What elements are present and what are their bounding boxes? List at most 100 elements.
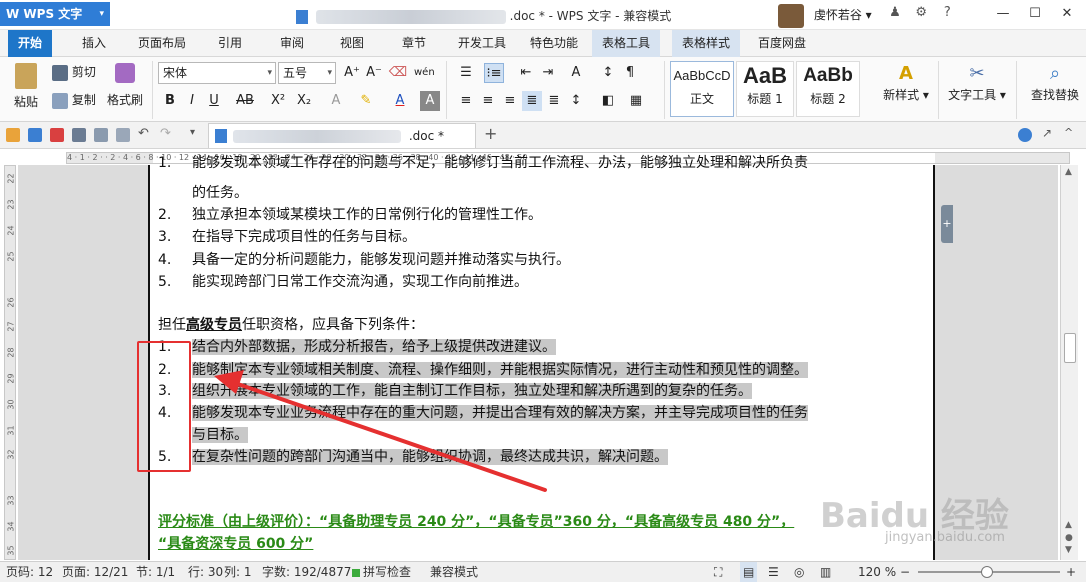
redo-icon[interactable]: ↷ <box>160 126 174 141</box>
minimize-button[interactable]: — <box>990 4 1016 24</box>
fullscreen-icon[interactable]: ⛶ <box>714 562 722 582</box>
text-effect-icon[interactable]: A <box>326 91 346 111</box>
italic-button[interactable]: I <box>182 91 202 111</box>
clear-format-icon[interactable]: ⌫ <box>388 63 408 83</box>
tab-table-tools[interactable]: 表格工具 <box>592 30 661 57</box>
close-button[interactable]: ✕ <box>1054 4 1080 24</box>
grow-font-button[interactable]: A⁺ <box>342 63 362 83</box>
font-name-select[interactable]: 宋体 ▾ <box>158 62 276 84</box>
vertical-scrollbar[interactable]: ▲ ▲ ● ▼ <box>1060 165 1078 560</box>
tab-insert[interactable]: 插入 <box>72 30 116 57</box>
sort-icon[interactable]: ↕ <box>598 63 618 83</box>
align-center-icon[interactable]: ≡ <box>478 91 498 111</box>
distribute-icon[interactable]: ≣ <box>544 91 564 111</box>
scroll-up-icon[interactable]: ▲ <box>1065 167 1072 177</box>
underline-button[interactable]: U <box>204 91 224 111</box>
tab-developer[interactable]: 开发工具 <box>448 30 516 57</box>
show-marks-icon[interactable]: ¶ <box>620 63 640 83</box>
tab-baidu-netdisk[interactable]: 百度网盘 <box>748 30 816 57</box>
align-left-icon[interactable]: ≡ <box>456 91 476 111</box>
font-size-select[interactable]: 五号 ▾ <box>278 62 336 84</box>
find-replace-button[interactable]: ⌕ 查找替换 <box>1024 63 1086 103</box>
increase-indent-icon[interactable]: ⇥ <box>538 63 558 83</box>
collapse-ribbon-icon[interactable]: ^ <box>1064 126 1078 140</box>
customize-icon[interactable]: ▾ <box>190 127 204 141</box>
select-browse-icon[interactable]: ● <box>1065 533 1073 543</box>
document-tab[interactable]: .doc * <box>208 123 476 148</box>
zoom-thumb[interactable] <box>981 566 993 578</box>
spellcheck-icon[interactable] <box>116 128 130 142</box>
column-indicator[interactable]: 列: 1 <box>224 562 252 582</box>
page-number[interactable]: 页码: 12 <box>6 562 53 582</box>
save-icon[interactable] <box>28 128 42 142</box>
app-menu-button[interactable]: W WPS 文字 ▾ <box>0 2 110 26</box>
vertical-ruler[interactable]: 22 23 24 25 26 27 28 29 30 31 32 33 34 3… <box>4 165 16 560</box>
style-heading-1[interactable]: AaB 标题 1 <box>736 61 794 117</box>
outline-view-icon[interactable]: ☰ <box>768 562 779 582</box>
highlight-icon[interactable]: ✎ <box>356 91 376 111</box>
font-color-icon[interactable]: A <box>390 91 410 111</box>
undo-icon[interactable]: ↶ <box>138 126 152 141</box>
tab-features[interactable]: 特色功能 <box>520 30 588 57</box>
document-page[interactable]: 1. 能够发现本领域工作存在的问题与不足，能够修订当前工作流程、办法，能够独立处理… <box>148 155 935 560</box>
pdf-icon[interactable] <box>50 128 64 142</box>
new-tab-button[interactable]: + <box>484 124 498 143</box>
next-page-icon[interactable]: ▼ <box>1065 545 1072 555</box>
tab-references[interactable]: 引用 <box>208 30 252 57</box>
char-shading-icon[interactable]: A <box>420 91 440 111</box>
skin-icon[interactable]: ♟ <box>884 5 906 20</box>
share-icon[interactable]: ↗ <box>1042 126 1056 140</box>
cut-button[interactable]: 剪切 <box>52 63 96 81</box>
print-icon[interactable] <box>72 128 86 142</box>
help-icon[interactable]: ? <box>936 5 958 20</box>
tab-view[interactable]: 视图 <box>330 30 374 57</box>
pinyin-icon[interactable]: wén <box>414 63 435 83</box>
align-right-icon[interactable]: ≡ <box>500 91 520 111</box>
user-account[interactable]: 虔怀若谷 ▾ <box>778 2 872 28</box>
cloud-icon[interactable] <box>1018 128 1032 142</box>
zoom-level[interactable]: 120 % <box>858 562 896 582</box>
superscript-button[interactable]: X² <box>268 91 288 111</box>
reading-view-icon[interactable]: ▥ <box>820 562 831 582</box>
spellcheck-status[interactable]: 拼写检查 <box>352 562 411 582</box>
tab-chapter[interactable]: 章节 <box>392 30 436 57</box>
subscript-button[interactable]: X₂ <box>294 91 314 111</box>
web-view-icon[interactable]: ◎ <box>794 562 804 582</box>
shading-icon[interactable]: ◧ <box>598 91 618 111</box>
bold-button[interactable]: B <box>160 91 180 111</box>
style-normal[interactable]: AaBbCcD 正文 <box>670 61 734 117</box>
copy-button[interactable]: 复制 <box>52 91 96 109</box>
page-view-icon[interactable]: ▤ <box>740 562 758 582</box>
page-count[interactable]: 页面: 12/21 <box>62 562 128 582</box>
shrink-font-button[interactable]: A⁻ <box>364 63 384 83</box>
line-spacing-icon[interactable]: ↕ <box>566 91 586 111</box>
bullet-list-icon[interactable]: ☰ <box>456 63 476 83</box>
format-painter-button[interactable]: 格式刷 <box>102 63 148 108</box>
scroll-thumb[interactable] <box>1064 333 1076 363</box>
tab-home[interactable]: 开始 <box>8 30 53 57</box>
maximize-button[interactable]: ☐ <box>1022 4 1048 24</box>
text-tools-button[interactable]: ✂ 文字工具 ▾ <box>944 63 1010 103</box>
settings-icon[interactable]: ⚙ <box>910 5 932 20</box>
section-indicator[interactable]: 节: 1/1 <box>136 562 175 582</box>
paste-button[interactable]: 粘贴 <box>6 63 46 110</box>
word-count[interactable]: 字数: 192/4877 <box>262 562 351 582</box>
prev-page-icon[interactable]: ▲ <box>1065 520 1072 530</box>
text-direction-icon[interactable]: A <box>566 63 586 83</box>
style-heading-2[interactable]: AaBb 标题 2 <box>796 61 860 117</box>
new-style-button[interactable]: A 新样式 ▾ <box>878 63 934 103</box>
tab-page-layout[interactable]: 页面布局 <box>128 30 196 57</box>
numbered-list-icon[interactable]: ⁝≡ <box>484 63 504 83</box>
borders-icon[interactable]: ▦ <box>626 91 646 111</box>
zoom-out-icon[interactable]: − <box>900 562 910 582</box>
strikethrough-button[interactable]: AB <box>232 91 258 111</box>
tab-review[interactable]: 审阅 <box>270 30 314 57</box>
open-icon[interactable] <box>6 128 20 142</box>
decrease-indent-icon[interactable]: ⇤ <box>516 63 536 83</box>
justify-icon[interactable]: ≣ <box>522 91 542 111</box>
print-preview-icon[interactable] <box>94 128 108 142</box>
task-pane-toggle[interactable]: + <box>941 205 953 243</box>
row-indicator[interactable]: 行: 30 <box>188 562 223 582</box>
zoom-in-icon[interactable]: + <box>1066 562 1076 582</box>
tab-table-styles[interactable]: 表格样式 <box>672 30 741 57</box>
